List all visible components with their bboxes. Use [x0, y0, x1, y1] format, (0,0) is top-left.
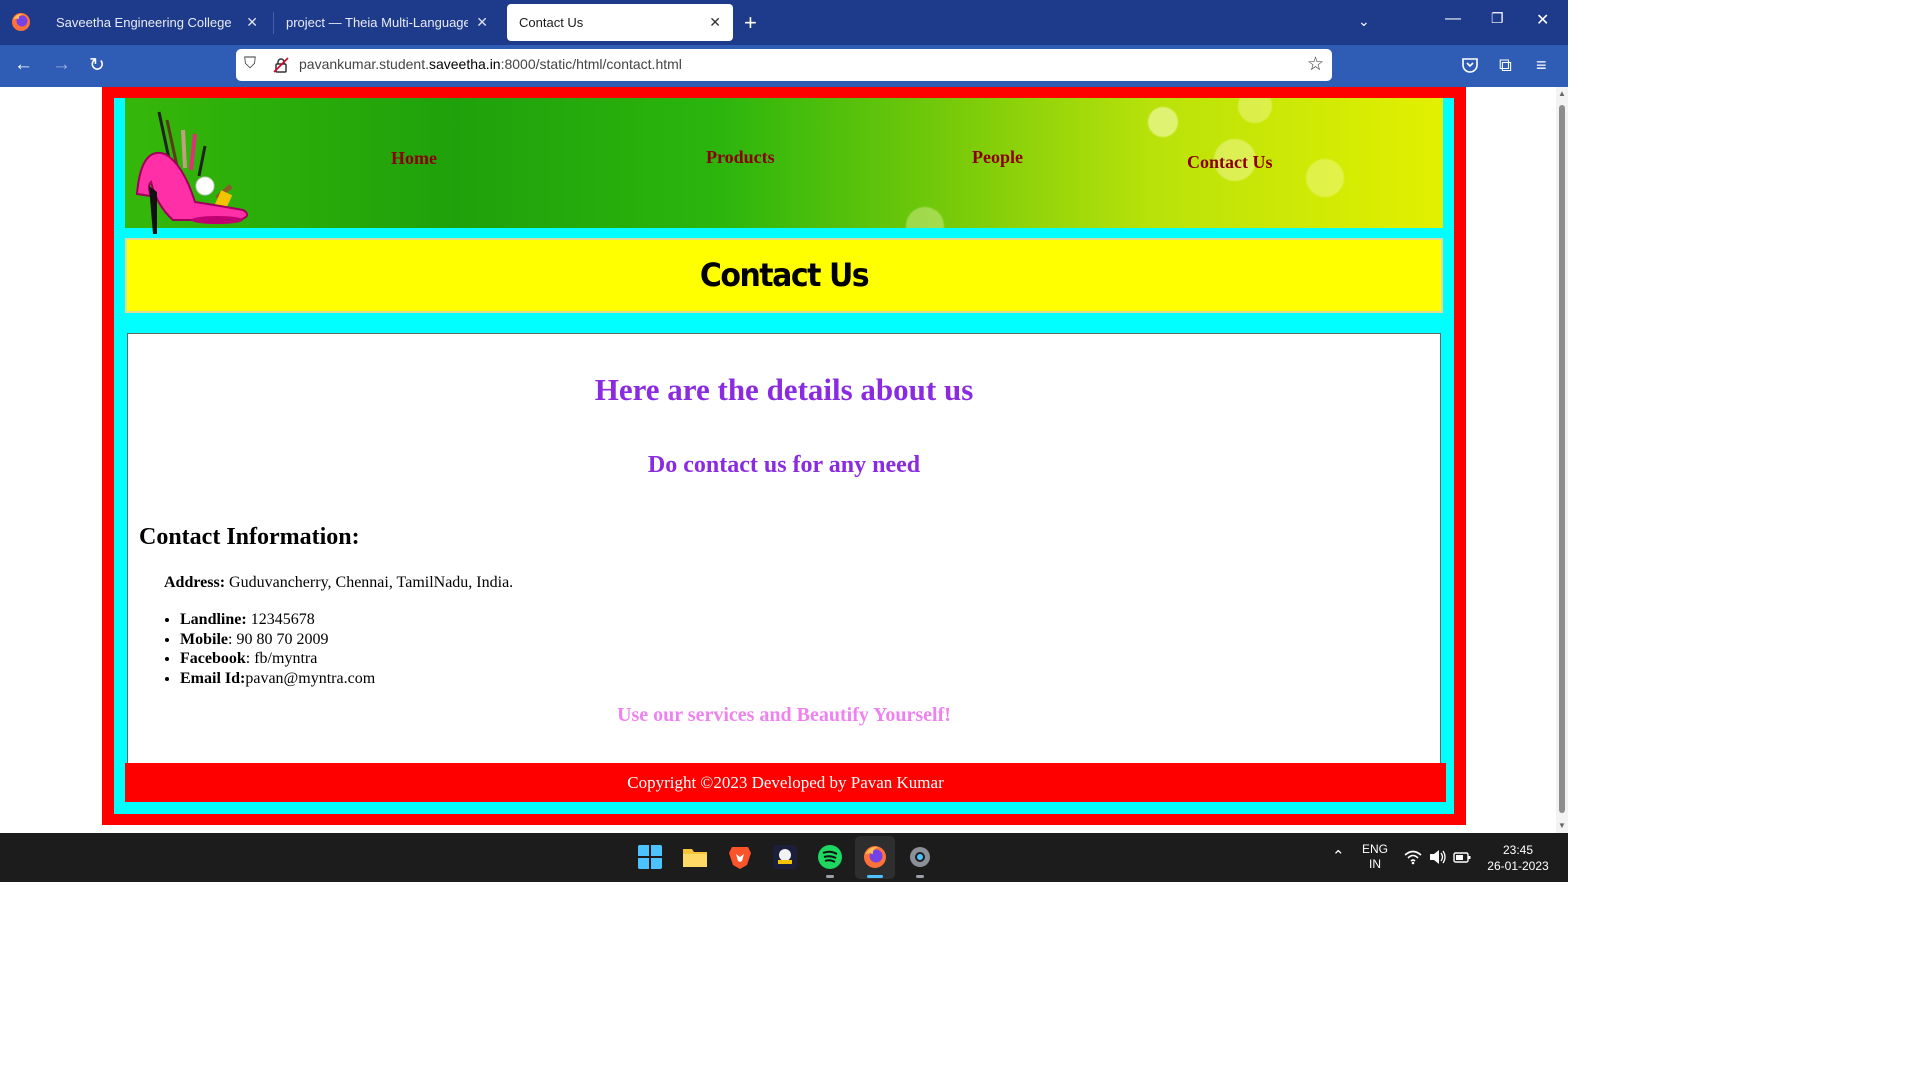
game-app-icon[interactable]: [772, 844, 798, 870]
address-bar[interactable]: ⛉ pavankumar.student.saveetha.in:8000/st…: [236, 49, 1332, 81]
region-code: IN: [1369, 857, 1381, 871]
landline-label: Landline:: [180, 611, 247, 628]
insecure-lock-icon[interactable]: [273, 57, 289, 73]
pocket-icon[interactable]: [1461, 56, 1479, 74]
page-outer-border: Home Products People Contact Us Contact …: [102, 87, 1466, 825]
tab-label: Contact Us: [519, 15, 584, 30]
nav-contact-link[interactable]: Contact Us: [1187, 152, 1273, 173]
new-tab-icon[interactable]: +: [744, 10, 757, 36]
window-close-icon[interactable]: ✕: [1536, 10, 1549, 30]
facebook-label: Facebook: [180, 650, 246, 668]
tab-label: project — Theia Multi-Language Ex: [286, 15, 469, 30]
list-item: Landline: 12345678: [180, 610, 375, 630]
wifi-icon[interactable]: [1404, 849, 1422, 865]
clock[interactable]: 23:45 26-01-2023: [1480, 842, 1556, 874]
settings-gear-icon[interactable]: [907, 844, 933, 870]
high-heel-cosmetics-logo: [135, 111, 249, 234]
email-label: Email Id:: [180, 669, 246, 687]
address-label: Address:: [164, 574, 226, 591]
page-viewport: Home Products People Contact Us Contact …: [0, 87, 1556, 833]
copyright-text: Copyright ©2023 Developed by Pavan Kumar: [627, 772, 944, 792]
page-title-box: Contact Us: [125, 238, 1443, 313]
page-title: Contact Us: [699, 256, 870, 295]
address-line: Address: Guduvancherry, Chennai, TamilNa…: [164, 574, 513, 592]
tab-saveetha[interactable]: Saveetha Engineering College ✕: [44, 4, 270, 41]
list-all-tabs-icon[interactable]: ⌄: [1358, 13, 1370, 30]
tab-contact-us[interactable]: Contact Us ✕: [507, 4, 733, 41]
contact-list: Landline: 12345678 Mobile: 90 80 70 2009…: [164, 610, 375, 688]
address-value: Guduvancherry, Chennai, TamilNadu, India…: [225, 574, 514, 591]
list-item: Email Id:pavan@myntra.com: [180, 669, 375, 689]
spotify-icon[interactable]: [817, 844, 843, 870]
running-indicator: [916, 875, 924, 878]
nav-people-link[interactable]: People: [972, 147, 1023, 168]
page-footer: Copyright ©2023 Developed by Pavan Kumar: [125, 763, 1446, 802]
language-indicator[interactable]: ENG IN: [1360, 842, 1390, 872]
active-indicator: [867, 875, 883, 878]
minimize-icon[interactable]: —: [1445, 10, 1461, 28]
tray-overflow-chevron-icon[interactable]: ⌃: [1332, 847, 1345, 865]
scroll-down-icon[interactable]: ▼: [1558, 821, 1566, 830]
clock-date: 26-01-2023: [1487, 859, 1549, 873]
scroll-thumb[interactable]: [1559, 105, 1565, 813]
page-scrollbar[interactable]: ▲ ▼: [1556, 87, 1568, 833]
running-indicator: [826, 875, 834, 878]
close-tab-icon[interactable]: ✕: [476, 14, 488, 31]
back-icon[interactable]: ←: [14, 54, 33, 76]
bookmark-star-icon[interactable]: ☆: [1307, 53, 1324, 76]
landline-value: 12345678: [246, 611, 315, 628]
volume-icon[interactable]: [1429, 849, 1447, 865]
battery-icon[interactable]: [1453, 850, 1471, 864]
close-tab-icon[interactable]: ✕: [246, 14, 258, 31]
file-explorer-icon[interactable]: [682, 844, 708, 870]
contact-subheading: Do contact us for any need: [647, 452, 921, 478]
clock-time: 23:45: [1502, 843, 1534, 857]
details-heading: Here are the details about us: [594, 372, 974, 407]
shield-icon[interactable]: ⛉: [244, 55, 256, 73]
tab-label: Saveetha Engineering College: [56, 15, 232, 30]
menu-icon[interactable]: ≡: [1536, 55, 1547, 76]
windows-start-icon[interactable]: [637, 844, 663, 870]
header-banner: Home Products People Contact Us: [125, 98, 1443, 234]
nav-products-link[interactable]: Products: [706, 147, 775, 168]
page-frame: Home Products People Contact Us Contact …: [114, 98, 1454, 814]
facebook-value: : fb/myntra: [245, 650, 318, 668]
forward-icon[interactable]: →: [52, 54, 71, 76]
list-item: Facebook: fb/myntra: [180, 649, 375, 669]
brave-browser-icon[interactable]: [727, 844, 753, 870]
nav-home-link[interactable]: Home: [391, 148, 437, 169]
close-tab-icon[interactable]: ✕: [709, 14, 721, 31]
email-value: pavan@myntra.com: [245, 669, 376, 687]
firefox-icon[interactable]: [10, 11, 32, 33]
browser-tab-bar: Saveetha Engineering College ✕ project —…: [0, 0, 1568, 45]
tab-theia-project[interactable]: project — Theia Multi-Language Ex ✕: [274, 4, 500, 41]
mobile-value: : 90 80 70 2009: [228, 630, 329, 648]
list-item: Mobile: 90 80 70 2009: [180, 630, 375, 650]
scroll-up-icon[interactable]: ▲: [1558, 89, 1566, 98]
extensions-icon[interactable]: ⧉: [1499, 55, 1512, 76]
firefox-taskbar-icon[interactable]: [862, 844, 888, 870]
contact-info-heading: Contact Information:: [139, 524, 360, 550]
reload-icon[interactable]: ↻: [89, 54, 105, 77]
url-text: pavankumar.student.saveetha.in:8000/stat…: [299, 56, 682, 72]
language-code: ENG: [1361, 842, 1388, 856]
mobile-label: Mobile: [180, 630, 228, 648]
windows-taskbar: ⌃ ENG IN 23:45 26-01-2023: [0, 833, 1568, 882]
restore-icon[interactable]: ❐: [1491, 10, 1504, 27]
browser-nav-bar: ← → ↻ ⛉ pavankumar.student.saveetha.in:8…: [0, 45, 1568, 87]
contact-content-panel: Here are the details about us Do contact…: [127, 333, 1441, 765]
tagline: Use our services and Beautify Yourself!: [617, 704, 951, 726]
